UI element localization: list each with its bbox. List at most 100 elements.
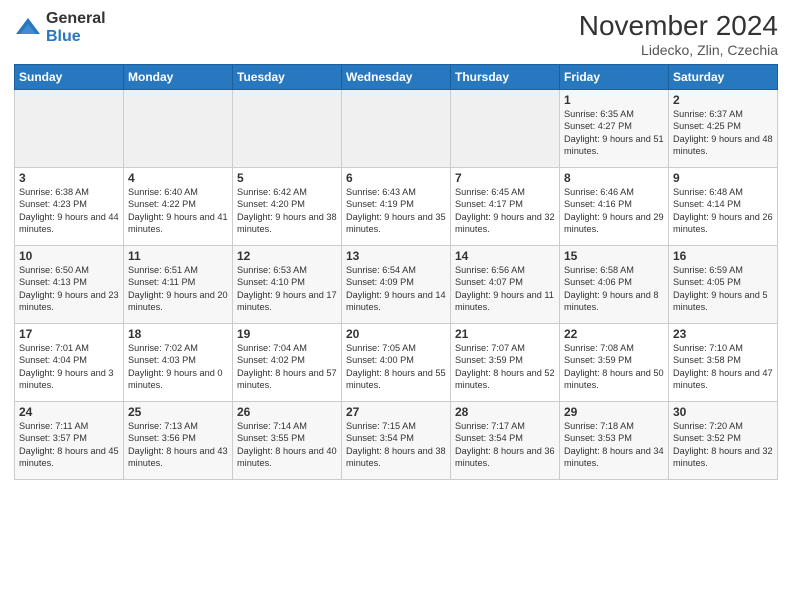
- header-day-sunday: Sunday: [15, 65, 124, 90]
- calendar-subtitle: Lidecko, Zlin, Czechia: [579, 42, 778, 58]
- day-info: Sunrise: 6:58 AM Sunset: 4:06 PM Dayligh…: [564, 264, 664, 314]
- header-day-saturday: Saturday: [669, 65, 778, 90]
- day-number: 20: [346, 327, 446, 341]
- day-number: 5: [237, 171, 337, 185]
- day-cell: 20Sunrise: 7:05 AM Sunset: 4:00 PM Dayli…: [342, 324, 451, 402]
- header-day-tuesday: Tuesday: [233, 65, 342, 90]
- day-info: Sunrise: 7:15 AM Sunset: 3:54 PM Dayligh…: [346, 420, 446, 470]
- day-info: Sunrise: 6:48 AM Sunset: 4:14 PM Dayligh…: [673, 186, 773, 236]
- week-row-4: 17Sunrise: 7:01 AM Sunset: 4:04 PM Dayli…: [15, 324, 778, 402]
- day-info: Sunrise: 6:54 AM Sunset: 4:09 PM Dayligh…: [346, 264, 446, 314]
- header-day-thursday: Thursday: [451, 65, 560, 90]
- day-cell: 3Sunrise: 6:38 AM Sunset: 4:23 PM Daylig…: [15, 168, 124, 246]
- day-cell: 29Sunrise: 7:18 AM Sunset: 3:53 PM Dayli…: [560, 402, 669, 480]
- header-row: SundayMondayTuesdayWednesdayThursdayFrid…: [15, 65, 778, 90]
- day-info: Sunrise: 6:59 AM Sunset: 4:05 PM Dayligh…: [673, 264, 773, 314]
- day-info: Sunrise: 7:04 AM Sunset: 4:02 PM Dayligh…: [237, 342, 337, 392]
- day-number: 2: [673, 93, 773, 107]
- day-number: 30: [673, 405, 773, 419]
- day-cell: 1Sunrise: 6:35 AM Sunset: 4:27 PM Daylig…: [560, 90, 669, 168]
- day-info: Sunrise: 6:46 AM Sunset: 4:16 PM Dayligh…: [564, 186, 664, 236]
- day-cell: 12Sunrise: 6:53 AM Sunset: 4:10 PM Dayli…: [233, 246, 342, 324]
- day-info: Sunrise: 6:42 AM Sunset: 4:20 PM Dayligh…: [237, 186, 337, 236]
- day-cell: 9Sunrise: 6:48 AM Sunset: 4:14 PM Daylig…: [669, 168, 778, 246]
- day-info: Sunrise: 6:37 AM Sunset: 4:25 PM Dayligh…: [673, 108, 773, 158]
- day-cell: 7Sunrise: 6:45 AM Sunset: 4:17 PM Daylig…: [451, 168, 560, 246]
- day-cell: [124, 90, 233, 168]
- logo: General Blue: [14, 10, 106, 45]
- day-cell: [233, 90, 342, 168]
- day-cell: 23Sunrise: 7:10 AM Sunset: 3:58 PM Dayli…: [669, 324, 778, 402]
- week-row-1: 1Sunrise: 6:35 AM Sunset: 4:27 PM Daylig…: [15, 90, 778, 168]
- day-number: 10: [19, 249, 119, 263]
- day-number: 18: [128, 327, 228, 341]
- day-number: 27: [346, 405, 446, 419]
- day-cell: 2Sunrise: 6:37 AM Sunset: 4:25 PM Daylig…: [669, 90, 778, 168]
- week-row-3: 10Sunrise: 6:50 AM Sunset: 4:13 PM Dayli…: [15, 246, 778, 324]
- day-cell: 6Sunrise: 6:43 AM Sunset: 4:19 PM Daylig…: [342, 168, 451, 246]
- day-cell: [342, 90, 451, 168]
- day-number: 17: [19, 327, 119, 341]
- day-cell: 28Sunrise: 7:17 AM Sunset: 3:54 PM Dayli…: [451, 402, 560, 480]
- day-cell: 4Sunrise: 6:40 AM Sunset: 4:22 PM Daylig…: [124, 168, 233, 246]
- day-number: 28: [455, 405, 555, 419]
- header-day-monday: Monday: [124, 65, 233, 90]
- day-cell: 26Sunrise: 7:14 AM Sunset: 3:55 PM Dayli…: [233, 402, 342, 480]
- logo-general: General: [46, 10, 106, 28]
- day-cell: 24Sunrise: 7:11 AM Sunset: 3:57 PM Dayli…: [15, 402, 124, 480]
- logo-text: General Blue: [46, 10, 106, 45]
- day-number: 12: [237, 249, 337, 263]
- header: General Blue November 2024 Lidecko, Zlin…: [14, 10, 778, 58]
- day-number: 1: [564, 93, 664, 107]
- day-info: Sunrise: 6:53 AM Sunset: 4:10 PM Dayligh…: [237, 264, 337, 314]
- day-info: Sunrise: 7:17 AM Sunset: 3:54 PM Dayligh…: [455, 420, 555, 470]
- header-day-wednesday: Wednesday: [342, 65, 451, 90]
- day-info: Sunrise: 7:20 AM Sunset: 3:52 PM Dayligh…: [673, 420, 773, 470]
- day-cell: 22Sunrise: 7:08 AM Sunset: 3:59 PM Dayli…: [560, 324, 669, 402]
- day-cell: 30Sunrise: 7:20 AM Sunset: 3:52 PM Dayli…: [669, 402, 778, 480]
- day-info: Sunrise: 6:38 AM Sunset: 4:23 PM Dayligh…: [19, 186, 119, 236]
- day-cell: [15, 90, 124, 168]
- day-info: Sunrise: 7:07 AM Sunset: 3:59 PM Dayligh…: [455, 342, 555, 392]
- logo-blue: Blue: [46, 28, 106, 46]
- day-cell: 10Sunrise: 6:50 AM Sunset: 4:13 PM Dayli…: [15, 246, 124, 324]
- day-cell: 8Sunrise: 6:46 AM Sunset: 4:16 PM Daylig…: [560, 168, 669, 246]
- day-number: 6: [346, 171, 446, 185]
- day-cell: 5Sunrise: 6:42 AM Sunset: 4:20 PM Daylig…: [233, 168, 342, 246]
- day-cell: 15Sunrise: 6:58 AM Sunset: 4:06 PM Dayli…: [560, 246, 669, 324]
- day-number: 7: [455, 171, 555, 185]
- day-number: 3: [19, 171, 119, 185]
- day-info: Sunrise: 6:56 AM Sunset: 4:07 PM Dayligh…: [455, 264, 555, 314]
- day-info: Sunrise: 7:11 AM Sunset: 3:57 PM Dayligh…: [19, 420, 119, 470]
- day-number: 4: [128, 171, 228, 185]
- logo-icon: [14, 14, 42, 42]
- day-info: Sunrise: 6:50 AM Sunset: 4:13 PM Dayligh…: [19, 264, 119, 314]
- week-row-2: 3Sunrise: 6:38 AM Sunset: 4:23 PM Daylig…: [15, 168, 778, 246]
- header-day-friday: Friday: [560, 65, 669, 90]
- day-number: 22: [564, 327, 664, 341]
- day-info: Sunrise: 6:43 AM Sunset: 4:19 PM Dayligh…: [346, 186, 446, 236]
- calendar-header: SundayMondayTuesdayWednesdayThursdayFrid…: [15, 65, 778, 90]
- day-info: Sunrise: 7:13 AM Sunset: 3:56 PM Dayligh…: [128, 420, 228, 470]
- day-info: Sunrise: 7:10 AM Sunset: 3:58 PM Dayligh…: [673, 342, 773, 392]
- day-info: Sunrise: 6:51 AM Sunset: 4:11 PM Dayligh…: [128, 264, 228, 314]
- day-number: 25: [128, 405, 228, 419]
- day-info: Sunrise: 7:08 AM Sunset: 3:59 PM Dayligh…: [564, 342, 664, 392]
- day-number: 8: [564, 171, 664, 185]
- day-info: Sunrise: 7:05 AM Sunset: 4:00 PM Dayligh…: [346, 342, 446, 392]
- week-row-5: 24Sunrise: 7:11 AM Sunset: 3:57 PM Dayli…: [15, 402, 778, 480]
- day-info: Sunrise: 6:40 AM Sunset: 4:22 PM Dayligh…: [128, 186, 228, 236]
- day-cell: 18Sunrise: 7:02 AM Sunset: 4:03 PM Dayli…: [124, 324, 233, 402]
- day-number: 11: [128, 249, 228, 263]
- day-cell: 25Sunrise: 7:13 AM Sunset: 3:56 PM Dayli…: [124, 402, 233, 480]
- day-info: Sunrise: 6:35 AM Sunset: 4:27 PM Dayligh…: [564, 108, 664, 158]
- day-info: Sunrise: 6:45 AM Sunset: 4:17 PM Dayligh…: [455, 186, 555, 236]
- day-cell: 21Sunrise: 7:07 AM Sunset: 3:59 PM Dayli…: [451, 324, 560, 402]
- day-cell: 13Sunrise: 6:54 AM Sunset: 4:09 PM Dayli…: [342, 246, 451, 324]
- day-cell: 14Sunrise: 6:56 AM Sunset: 4:07 PM Dayli…: [451, 246, 560, 324]
- day-number: 23: [673, 327, 773, 341]
- title-block: November 2024 Lidecko, Zlin, Czechia: [579, 10, 778, 58]
- day-number: 26: [237, 405, 337, 419]
- day-cell: 16Sunrise: 6:59 AM Sunset: 4:05 PM Dayli…: [669, 246, 778, 324]
- day-cell: [451, 90, 560, 168]
